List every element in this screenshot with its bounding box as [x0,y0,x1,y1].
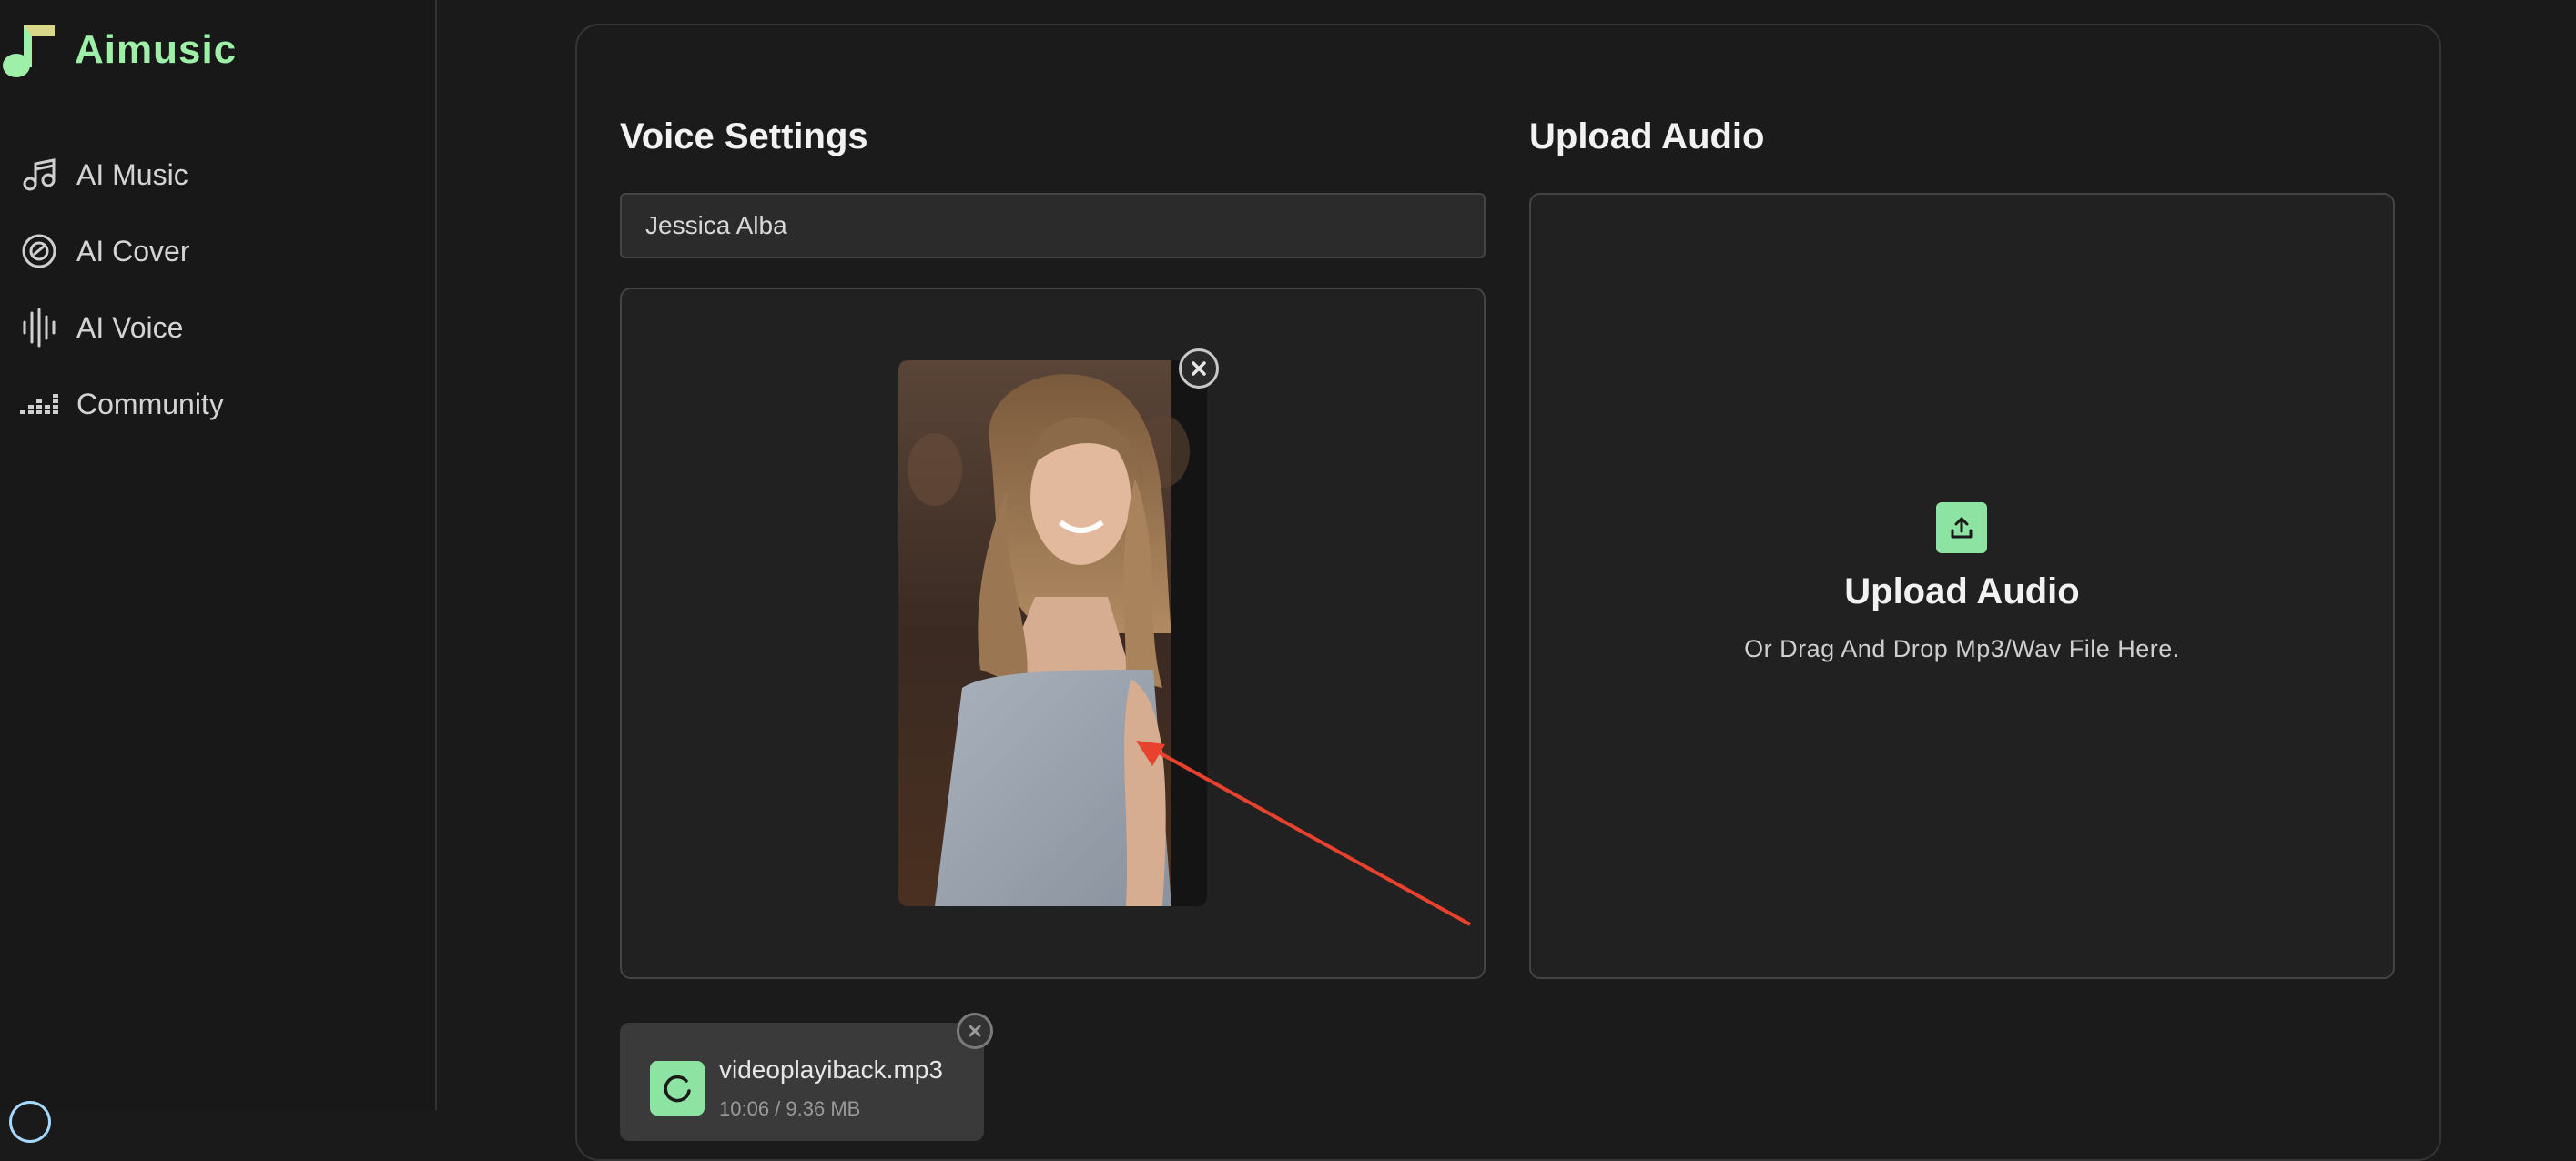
sidebar-item-ai-cover[interactable]: AI Cover [20,213,224,289]
close-icon [969,1025,981,1037]
upload-audio-title: Upload Audio [1844,571,2080,611]
upload-icon[interactable] [1936,502,1987,553]
waveform-icon [20,308,58,348]
sidebar-item-label: AI Music [76,157,188,191]
file-meta: 10:06 / 9.36 MB [719,1097,861,1120]
sidebar-nav: AI Music AI Cover AI Voice Community [20,136,224,442]
close-icon [1192,361,1206,376]
sidebar: Aimusic AI Music AI Cover AI Voice Commu… [0,0,437,1143]
voice-settings-title: Voice Settings [620,116,868,156]
music-note-icon [3,25,55,77]
annotation-arrow [1136,741,1471,926]
remove-image-button[interactable] [1179,348,1219,389]
sidebar-item-ai-voice[interactable]: AI Voice [20,289,224,366]
sidebar-item-label: AI Voice [76,310,184,344]
upload-hint: Or Drag And Drop Mp3/Wav File Here. [1744,635,2180,662]
brand[interactable]: Aimusic [2,22,237,78]
brand-name: Aimusic [75,27,238,72]
sidebar-item-ai-music[interactable]: AI Music [20,136,224,213]
music-note-icon [20,156,58,194]
avatar[interactable] [9,1101,51,1143]
sidebar-item-community[interactable]: Community [20,366,224,442]
sidebar-item-label: AI Cover [76,234,190,268]
equalizer-icon [20,385,58,423]
file-name: videoplayiback.mp3 [719,1055,943,1084]
remove-file-button[interactable] [957,1013,993,1049]
sidebar-item-label: Community [76,387,224,420]
upload-audio-section-title: Upload Audio [1529,116,1765,156]
vinyl-disc-icon [20,232,58,270]
voice-name-field[interactable] [620,193,1486,258]
spinner-icon [650,1061,705,1116]
